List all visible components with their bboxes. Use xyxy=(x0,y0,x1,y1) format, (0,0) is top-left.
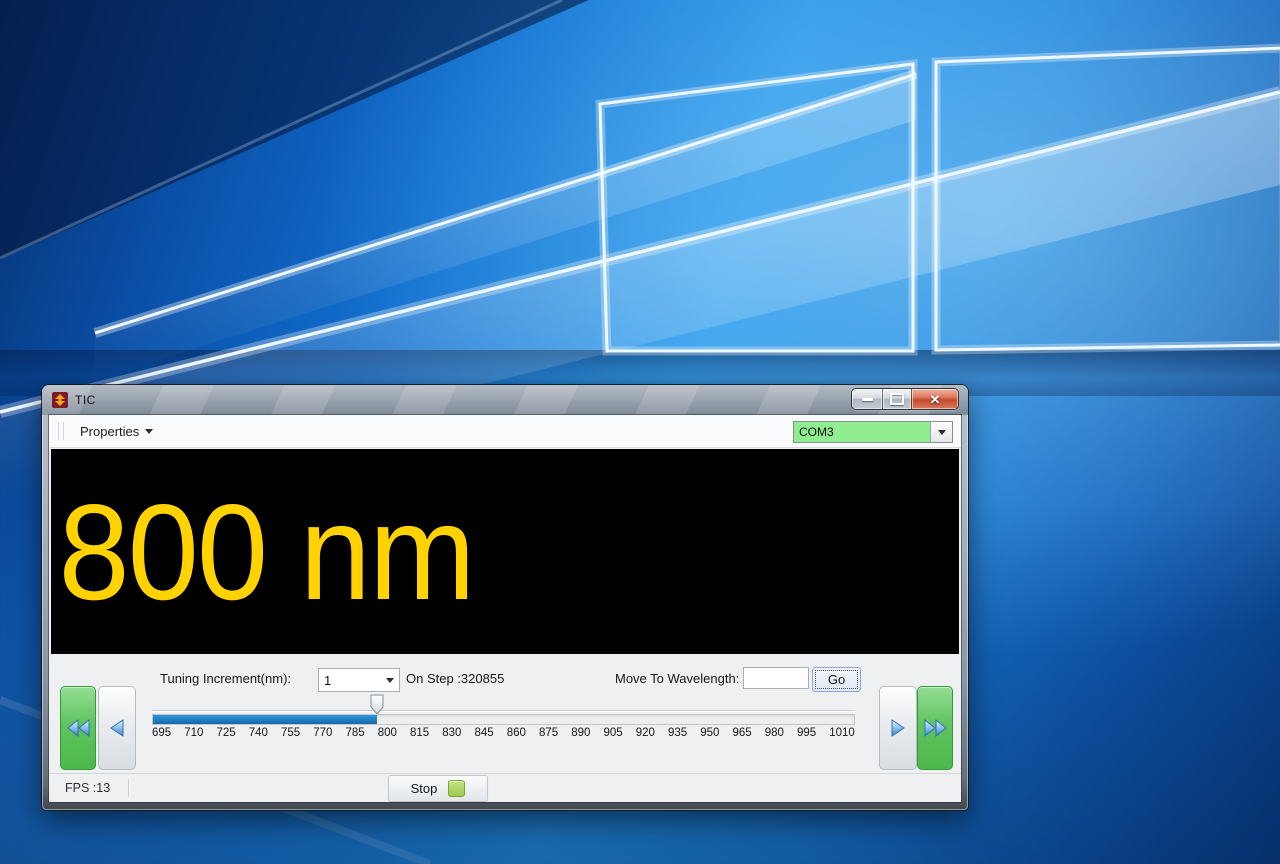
wavelength-progressbar[interactable] xyxy=(152,714,855,725)
com-port-select[interactable]: COM3 xyxy=(793,421,953,443)
minimize-icon xyxy=(862,398,873,401)
go-button[interactable]: Go xyxy=(812,667,861,692)
double-right-arrow-icon xyxy=(922,717,949,739)
tick-label: 905 xyxy=(604,727,623,739)
tick-label: 935 xyxy=(668,727,687,739)
tick-label: 815 xyxy=(410,727,429,739)
com-port-value: COM3 xyxy=(794,422,930,442)
tick-label: 770 xyxy=(313,727,332,739)
chevron-down-icon xyxy=(938,430,946,435)
slider-thumb-icon xyxy=(370,694,384,715)
tick-label: 860 xyxy=(507,727,526,739)
toolbar-grip-handle[interactable] xyxy=(58,422,64,440)
move-to-wavelength-input[interactable] xyxy=(743,667,809,689)
wavelength-display: 800 nm xyxy=(51,449,959,654)
left-arrow-icon xyxy=(106,717,128,739)
status-led-green xyxy=(448,780,465,797)
wavelength-readout: 800 nm xyxy=(51,484,474,620)
tick-label: 995 xyxy=(797,727,816,739)
fast-forward-button[interactable] xyxy=(917,686,953,770)
stop-button[interactable]: Stop xyxy=(388,775,488,802)
tick-label: 965 xyxy=(733,727,752,739)
tuning-controls: Tuning Increment(nm): 1 On Step :320855 … xyxy=(49,654,961,773)
tick-label: 785 xyxy=(346,727,365,739)
move-to-wavelength-label: Move To Wavelength: xyxy=(615,666,739,692)
step-forward-button[interactable] xyxy=(879,686,917,770)
window-title: TIC xyxy=(75,393,96,407)
close-icon: ✕ xyxy=(930,393,941,406)
step-backward-button[interactable] xyxy=(98,686,136,770)
close-button[interactable]: ✕ xyxy=(911,389,958,409)
properties-menu[interactable]: Properties xyxy=(80,424,153,439)
tick-label: 800 xyxy=(378,727,397,739)
slider-tick-labels: 695 710 725 740 755 770 785 800 815 830 845 860 875 8… xyxy=(152,727,855,739)
slider-groove[interactable] xyxy=(152,710,855,711)
properties-menu-label: Properties xyxy=(80,424,139,439)
tick-label: 890 xyxy=(571,727,590,739)
tuning-increment-select[interactable]: 1 xyxy=(318,668,400,692)
tick-label: 845 xyxy=(475,727,494,739)
control-row: Tuning Increment(nm): 1 On Step :320855 … xyxy=(49,666,961,692)
tuning-increment-label: Tuning Increment(nm): xyxy=(160,666,291,692)
tick-label: 875 xyxy=(539,727,558,739)
statusbar-divider xyxy=(128,779,130,797)
tick-label: 920 xyxy=(636,727,655,739)
tick-label: 740 xyxy=(249,727,268,739)
stop-button-label: Stop xyxy=(411,781,438,796)
fast-backward-button[interactable] xyxy=(60,686,96,770)
maximize-button[interactable] xyxy=(882,389,911,409)
toolbar: Properties COM3 xyxy=(49,415,961,448)
double-left-arrow-icon xyxy=(65,717,92,739)
minimize-button[interactable] xyxy=(852,389,882,409)
tick-label: 830 xyxy=(442,727,461,739)
go-button-label: Go xyxy=(828,672,845,687)
fps-readout: FPS :13 xyxy=(65,781,110,795)
tuning-increment-value: 1 xyxy=(319,673,381,688)
slider-progress-fill xyxy=(153,715,377,724)
tick-label: 755 xyxy=(281,727,300,739)
chevron-down-icon xyxy=(381,678,399,683)
tick-label: 695 xyxy=(152,727,171,739)
caption-button-group: ✕ xyxy=(851,388,959,410)
com-port-dropdown-button[interactable] xyxy=(930,422,952,442)
tick-label: 725 xyxy=(217,727,236,739)
right-arrow-icon xyxy=(887,717,909,739)
titlebar[interactable]: TIC ✕ xyxy=(42,385,968,415)
statusbar: FPS :13 Stop xyxy=(49,773,961,802)
on-step-label: On Step :320855 xyxy=(406,666,504,692)
wavelength-slider: 695 710 725 740 755 770 785 800 815 830 845 860 875 8… xyxy=(152,694,855,744)
tick-label: 1010 xyxy=(829,727,855,739)
tic-app-icon xyxy=(52,392,68,408)
tick-label: 950 xyxy=(700,727,719,739)
chevron-down-icon xyxy=(145,429,153,434)
maximize-icon xyxy=(890,393,904,405)
tic-window: TIC ✕ Properties COM3 xyxy=(42,385,968,810)
tick-label: 710 xyxy=(184,727,203,739)
client-area: Properties COM3 800 nm xyxy=(49,415,961,802)
tick-label: 980 xyxy=(765,727,784,739)
slider-thumb[interactable] xyxy=(370,694,384,715)
